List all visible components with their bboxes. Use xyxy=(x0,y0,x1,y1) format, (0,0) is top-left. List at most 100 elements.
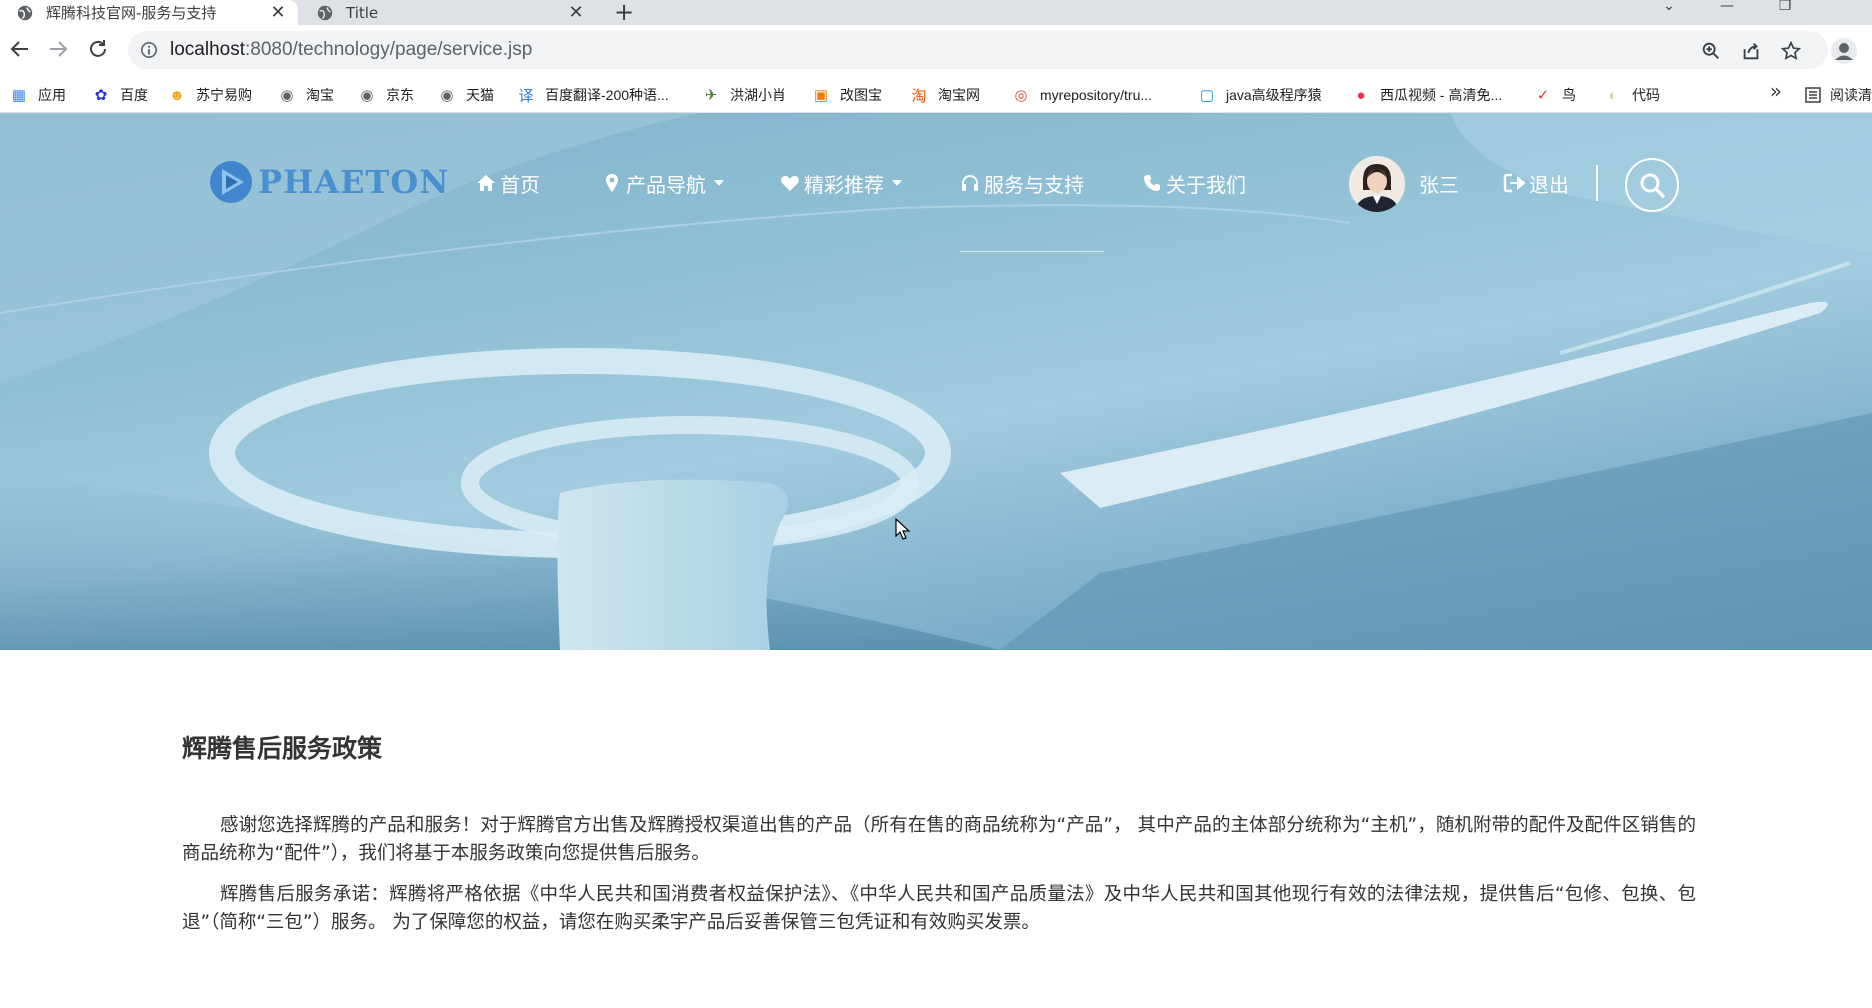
policy-paragraph: 感谢您选择辉腾的产品和服务！对于辉腾官方出售及辉腾授权渠道出售的产品（所有在售的… xyxy=(182,815,1696,864)
code-icon: ◐ xyxy=(1608,86,1618,104)
nav-recommend[interactable]: 精彩推荐 xyxy=(780,168,902,198)
bookmark-label: 淘宝 xyxy=(306,87,334,103)
globe-icon: ◉ xyxy=(280,87,294,104)
reading-list-label: 阅读清 xyxy=(1830,88,1872,104)
nav-about[interactable]: 关于我们 xyxy=(1142,168,1246,198)
tab-search-icon[interactable]: ⌄ xyxy=(1640,0,1698,25)
browser-toolbar: localhost:8080/technology/page/service.j… xyxy=(0,25,1872,75)
bookmark-item[interactable]: ▣ 改图宝 xyxy=(812,85,882,105)
site-info-icon[interactable] xyxy=(140,41,158,59)
chevron-down-icon xyxy=(892,180,902,186)
site-logo[interactable]: PHAETON xyxy=(208,159,449,205)
browser-tab-active[interactable]: 辉腾科技官网-服务与支持 ✕ xyxy=(0,0,298,25)
map-marker-icon xyxy=(606,174,618,192)
nav-home-label: 首页 xyxy=(500,172,540,197)
active-nav-underline xyxy=(960,251,1104,252)
baidu-paw-icon: ✿ xyxy=(94,87,108,104)
restore-icon[interactable]: ❐ xyxy=(1756,0,1814,25)
reload-icon[interactable] xyxy=(86,37,110,61)
bookmarks-bar: » 阅读清 ▦ 应用 ✿ 百度 ☻ 苏宁易购 ◉ 淘宝 ◉ 京东 ◉ 天猫 译百度翻译-200种语...… xyxy=(0,75,1872,113)
mouse-cursor-icon xyxy=(895,518,911,540)
bookmark-label: 改图宝 xyxy=(840,87,882,103)
gaitubao-icon: ▣ xyxy=(813,87,829,104)
window-controls: ⌄ — ❐ xyxy=(1640,0,1872,25)
bookmark-item[interactable]: ◐ 代码 xyxy=(1604,85,1660,105)
close-window-icon[interactable] xyxy=(1814,0,1872,25)
browser-tab-inactive[interactable]: Title ✕ xyxy=(300,0,596,25)
minimize-icon[interactable]: — xyxy=(1698,0,1756,25)
translate-icon: 译 xyxy=(518,87,534,105)
bookmark-item[interactable]: ◉ 淘宝 xyxy=(278,85,334,105)
nav-home[interactable]: 首页 xyxy=(476,168,540,198)
bookmark-item[interactable]: ▢ java高级程序猿 xyxy=(1198,85,1322,105)
forward-icon[interactable] xyxy=(46,37,70,61)
heart-icon xyxy=(781,176,799,191)
logo-mark-icon xyxy=(210,161,252,203)
globe-icon xyxy=(317,5,333,20)
bookmark-item[interactable]: ◉ 天猫 xyxy=(438,85,494,105)
reading-list-button[interactable]: 阅读清 xyxy=(1804,85,1872,105)
suning-icon: ☻ xyxy=(169,86,185,104)
bookmark-item[interactable]: ✓ 鸟 xyxy=(1534,85,1576,105)
bookmark-item[interactable]: ● 西瓜视频 - 高清免... xyxy=(1352,85,1502,105)
site-navbar: PHAETON 首页 产品导航 精彩推荐 服务与支持 关于我们 张三 退出 xyxy=(0,113,1872,253)
bilibili-icon: ▢ xyxy=(1199,87,1215,104)
bookmark-label: 苏宁易购 xyxy=(196,87,252,103)
url-path: :8080/technology/page/service.jsp xyxy=(245,39,533,60)
bookmarks-overflow-icon[interactable]: » xyxy=(1770,79,1782,103)
bookmark-star-icon[interactable] xyxy=(1780,40,1802,62)
policy-paragraph: 辉腾售后服务承诺：辉腾将严格依据《中华人民共和国消费者权益保护法》、《中华人民共… xyxy=(182,884,1696,933)
nav-service-label: 服务与支持 xyxy=(984,172,1084,197)
share-icon[interactable] xyxy=(1740,40,1762,62)
nav-divider xyxy=(1596,165,1598,201)
bookmark-label: 天猫 xyxy=(466,87,494,103)
xigua-icon: ● xyxy=(1356,86,1366,104)
search-icon xyxy=(1640,173,1665,198)
bookmark-item[interactable]: ◉ 京东 xyxy=(358,85,414,105)
phone-icon xyxy=(1144,175,1160,191)
bookmark-item[interactable]: 淘淘宝网 xyxy=(910,85,980,105)
bookmark-item[interactable]: ☻ 苏宁易购 xyxy=(168,85,252,105)
bookmark-label: 淘宝网 xyxy=(938,87,980,103)
bookmark-item[interactable]: ✿ 百度 xyxy=(92,85,148,105)
globe-icon: ◉ xyxy=(440,87,454,104)
bookmark-item[interactable]: 译百度翻译-200种语... xyxy=(517,85,668,105)
back-icon[interactable] xyxy=(8,37,32,61)
user-portrait-icon xyxy=(1349,156,1405,212)
tab-close-icon[interactable]: ✕ xyxy=(566,2,586,23)
nav-service[interactable]: 服务与支持 xyxy=(960,168,1084,198)
url-text: localhost:8080/technology/page/service.j… xyxy=(170,39,532,61)
nav-products[interactable]: 产品导航 xyxy=(602,168,724,198)
bookmark-item[interactable]: ◎ myrepository/tru... xyxy=(1012,85,1152,105)
avatar[interactable] xyxy=(1349,156,1405,212)
nav-recommend-label: 精彩推荐 xyxy=(804,172,884,197)
globe-icon: ◉ xyxy=(360,87,374,104)
chevron-down-icon xyxy=(714,180,724,186)
headphones-icon xyxy=(962,175,978,191)
taobao-icon: 淘 xyxy=(911,87,927,105)
bookmark-item[interactable]: ✈ 洪湖小肖 xyxy=(702,85,786,105)
bookmark-label: myrepository/tru... xyxy=(1040,87,1153,103)
username[interactable]: 张三 xyxy=(1419,169,1459,198)
url-host: localhost xyxy=(170,39,245,60)
bird-red-icon: ✓ xyxy=(1536,87,1550,104)
tab-title: Title xyxy=(346,3,379,22)
bookmark-item[interactable]: ▦ 应用 xyxy=(10,85,66,105)
reading-list-icon xyxy=(1805,87,1821,103)
profile-icon[interactable] xyxy=(1830,37,1858,65)
address-bar[interactable]: localhost:8080/technology/page/service.j… xyxy=(128,31,1828,69)
logout-button[interactable]: 退出 xyxy=(1503,168,1569,198)
bookmark-label: 鸟 xyxy=(1562,87,1576,103)
omnibox-actions xyxy=(1700,40,1802,62)
logout-label: 退出 xyxy=(1529,172,1569,197)
search-button[interactable] xyxy=(1625,158,1679,212)
bird-icon: ✈ xyxy=(704,87,718,104)
bookmark-label: 洪湖小肖 xyxy=(730,87,786,103)
apps-grid-icon: ▦ xyxy=(11,87,27,104)
tab-close-icon[interactable]: ✕ xyxy=(268,2,288,23)
chrome-icon: ◎ xyxy=(1014,87,1028,104)
new-tab-icon[interactable]: + xyxy=(614,0,634,26)
nav-products-label: 产品导航 xyxy=(626,172,706,197)
globe-icon xyxy=(17,5,33,20)
zoom-icon[interactable] xyxy=(1700,40,1722,62)
